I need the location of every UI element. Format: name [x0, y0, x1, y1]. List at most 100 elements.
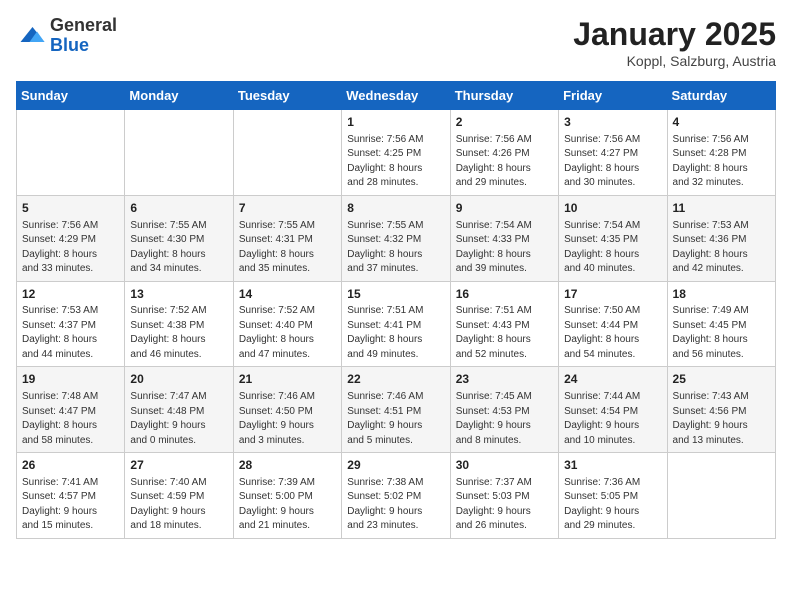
day-number: 8	[347, 200, 444, 217]
calendar-cell: 13Sunrise: 7:52 AM Sunset: 4:38 PM Dayli…	[125, 281, 233, 367]
calendar-cell: 7Sunrise: 7:55 AM Sunset: 4:31 PM Daylig…	[233, 195, 341, 281]
day-number: 7	[239, 200, 336, 217]
calendar-cell: 2Sunrise: 7:56 AM Sunset: 4:26 PM Daylig…	[450, 110, 558, 196]
day-info: Sunrise: 7:44 AM Sunset: 4:54 PM Dayligh…	[564, 390, 661, 448]
day-number: 30	[456, 457, 553, 474]
day-number: 11	[673, 200, 770, 217]
logo: General Blue	[16, 16, 117, 56]
calendar-cell: 23Sunrise: 7:45 AM Sunset: 4:53 PM Dayli…	[450, 367, 558, 453]
calendar-cell	[125, 110, 233, 196]
week-row-4: 19 Sunrise: 7:48 AM Sunset: 4:47 PM Dayli…	[17, 367, 776, 453]
day-info: Sunrise: 7:37 AM Sunset: 5:03 PM Dayligh…	[456, 476, 553, 534]
calendar-cell	[17, 110, 125, 196]
calendar-cell: 3 Sunrise: 7:56 AM Sunset: 4:27 PM Daylig…	[559, 110, 667, 196]
day-number: 31	[564, 457, 661, 474]
day-info: Sunrise: 7:47 AM Sunset: 4:48 PM Dayligh…	[130, 390, 227, 448]
calendar-cell: 27 Sunrise: 7:40 AM Sunset: 4:59 PM Dayli…	[125, 453, 233, 539]
day-number: 16	[456, 286, 553, 303]
day-number: 20	[130, 371, 227, 388]
calendar-cell: 31 Sunrise: 7:36 AM Sunset: 5:05 PM Dayli…	[559, 453, 667, 539]
day-info: Sunrise: 7:56 AM Sunset: 4:28 PM Dayligh…	[673, 133, 770, 191]
day-number: 27	[130, 457, 227, 474]
week-row-5: 26 Sunrise: 7:41 AM Sunset: 4:57 PM Dayli…	[17, 453, 776, 539]
calendar-cell: 22 Sunrise: 7:46 AM Sunset: 4:51 PM Dayli…	[342, 367, 450, 453]
day-info: Sunrise: 7:52 AM Sunset: 4:40 PM Dayligh…	[239, 304, 336, 362]
weekday-header-friday: Friday	[559, 82, 667, 110]
day-number: 2	[456, 114, 553, 131]
day-number: 21	[239, 371, 336, 388]
day-number: 13	[130, 286, 227, 303]
weekday-header-monday: Monday	[125, 82, 233, 110]
day-number: 12	[22, 286, 119, 303]
title-block: January 2025 Koppl, Salzburg, Austria	[573, 16, 776, 69]
day-number: 3	[564, 114, 661, 131]
day-number: 1	[347, 114, 444, 131]
calendar-cell	[233, 110, 341, 196]
calendar-cell: 19 Sunrise: 7:48 AM Sunset: 4:47 PM Dayli…	[17, 367, 125, 453]
day-number: 18	[673, 286, 770, 303]
day-info: Sunrise: 7:40 AM Sunset: 4:59 PM Dayligh…	[130, 476, 227, 534]
page-header: General Blue January 2025 Koppl, Salzbur…	[16, 16, 776, 69]
day-info: Sunrise: 7:53 AM Sunset: 4:36 PM Dayligh…	[673, 219, 770, 277]
calendar-cell: 21Sunrise: 7:46 AM Sunset: 4:50 PM Dayli…	[233, 367, 341, 453]
day-number: 17	[564, 286, 661, 303]
day-number: 26	[22, 457, 119, 474]
calendar-cell: 15Sunrise: 7:51 AM Sunset: 4:41 PM Dayli…	[342, 281, 450, 367]
day-number: 29	[347, 457, 444, 474]
calendar-cell: 25Sunrise: 7:43 AM Sunset: 4:56 PM Dayli…	[667, 367, 775, 453]
weekday-header-row: SundayMondayTuesdayWednesdayThursdayFrid…	[17, 82, 776, 110]
calendar-cell: 24Sunrise: 7:44 AM Sunset: 4:54 PM Dayli…	[559, 367, 667, 453]
day-number: 22	[347, 371, 444, 388]
calendar-cell: 5Sunrise: 7:56 AM Sunset: 4:29 PM Daylig…	[17, 195, 125, 281]
day-info: Sunrise: 7:45 AM Sunset: 4:53 PM Dayligh…	[456, 390, 553, 448]
calendar-cell	[667, 453, 775, 539]
week-row-2: 5Sunrise: 7:56 AM Sunset: 4:29 PM Daylig…	[17, 195, 776, 281]
day-number: 15	[347, 286, 444, 303]
day-info: Sunrise: 7:48 AM Sunset: 4:47 PM Dayligh…	[22, 390, 119, 448]
day-info: Sunrise: 7:41 AM Sunset: 4:57 PM Dayligh…	[22, 476, 119, 534]
day-info: Sunrise: 7:56 AM Sunset: 4:25 PM Dayligh…	[347, 133, 444, 191]
weekday-header-saturday: Saturday	[667, 82, 775, 110]
calendar-cell: 17Sunrise: 7:50 AM Sunset: 4:44 PM Dayli…	[559, 281, 667, 367]
location-subtitle: Koppl, Salzburg, Austria	[573, 53, 776, 69]
calendar-cell: 1 Sunrise: 7:56 AM Sunset: 4:25 PM Daylig…	[342, 110, 450, 196]
day-number: 25	[673, 371, 770, 388]
day-number: 9	[456, 200, 553, 217]
day-number: 19	[22, 371, 119, 388]
calendar-cell: 12Sunrise: 7:53 AM Sunset: 4:37 PM Dayli…	[17, 281, 125, 367]
weekday-header-thursday: Thursday	[450, 82, 558, 110]
calendar-cell: 11 Sunrise: 7:53 AM Sunset: 4:36 PM Dayli…	[667, 195, 775, 281]
calendar-cell: 28 Sunrise: 7:39 AM Sunset: 5:00 PM Dayli…	[233, 453, 341, 539]
day-info: Sunrise: 7:54 AM Sunset: 4:33 PM Dayligh…	[456, 219, 553, 277]
calendar-cell: 8 Sunrise: 7:55 AM Sunset: 4:32 PM Daylig…	[342, 195, 450, 281]
calendar-cell: 30 Sunrise: 7:37 AM Sunset: 5:03 PM Dayli…	[450, 453, 558, 539]
day-number: 5	[22, 200, 119, 217]
logo-icon	[16, 21, 46, 51]
day-number: 14	[239, 286, 336, 303]
calendar-cell: 4 Sunrise: 7:56 AM Sunset: 4:28 PM Daylig…	[667, 110, 775, 196]
day-info: Sunrise: 7:56 AM Sunset: 4:27 PM Dayligh…	[564, 133, 661, 191]
day-info: Sunrise: 7:51 AM Sunset: 4:41 PM Dayligh…	[347, 304, 444, 362]
calendar-cell: 14Sunrise: 7:52 AM Sunset: 4:40 PM Dayli…	[233, 281, 341, 367]
day-info: Sunrise: 7:36 AM Sunset: 5:05 PM Dayligh…	[564, 476, 661, 534]
day-info: Sunrise: 7:51 AM Sunset: 4:43 PM Dayligh…	[456, 304, 553, 362]
logo-blue-text: Blue	[50, 36, 117, 56]
day-number: 4	[673, 114, 770, 131]
day-number: 10	[564, 200, 661, 217]
logo-general-text: General	[50, 16, 117, 36]
day-info: Sunrise: 7:49 AM Sunset: 4:45 PM Dayligh…	[673, 304, 770, 362]
day-info: Sunrise: 7:53 AM Sunset: 4:37 PM Dayligh…	[22, 304, 119, 362]
day-number: 6	[130, 200, 227, 217]
calendar-cell: 10 Sunrise: 7:54 AM Sunset: 4:35 PM Dayli…	[559, 195, 667, 281]
day-info: Sunrise: 7:39 AM Sunset: 5:00 PM Dayligh…	[239, 476, 336, 534]
day-info: Sunrise: 7:54 AM Sunset: 4:35 PM Dayligh…	[564, 219, 661, 277]
day-info: Sunrise: 7:55 AM Sunset: 4:32 PM Dayligh…	[347, 219, 444, 277]
day-info: Sunrise: 7:46 AM Sunset: 4:51 PM Dayligh…	[347, 390, 444, 448]
calendar-table: SundayMondayTuesdayWednesdayThursdayFrid…	[16, 81, 776, 539]
day-info: Sunrise: 7:55 AM Sunset: 4:30 PM Dayligh…	[130, 219, 227, 277]
day-info: Sunrise: 7:52 AM Sunset: 4:38 PM Dayligh…	[130, 304, 227, 362]
day-info: Sunrise: 7:50 AM Sunset: 4:44 PM Dayligh…	[564, 304, 661, 362]
calendar-cell: 26 Sunrise: 7:41 AM Sunset: 4:57 PM Dayli…	[17, 453, 125, 539]
day-number: 28	[239, 457, 336, 474]
weekday-header-tuesday: Tuesday	[233, 82, 341, 110]
